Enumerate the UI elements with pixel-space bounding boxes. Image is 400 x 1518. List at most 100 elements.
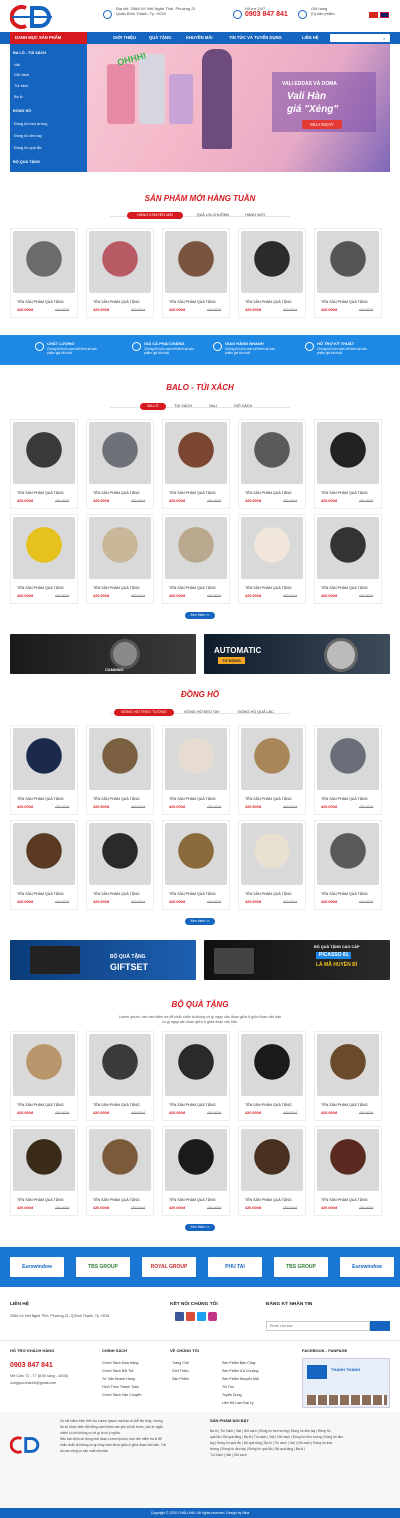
product-name[interactable]: TÊN SẢN PHẨM QUÀ TẶNG xyxy=(245,586,292,590)
footer-about-link[interactable]: Giới Thiệu xyxy=(172,1368,189,1375)
nav-about[interactable]: GIỚI THIỆU xyxy=(113,32,136,44)
product-card[interactable]: TÊN SẢN PHẨM QUÀ TẶNG 420.000đ 480.000đ xyxy=(162,820,230,910)
partner-logo[interactable]: Eurowindow xyxy=(340,1257,394,1277)
product-image[interactable] xyxy=(317,422,379,484)
product-image[interactable] xyxy=(317,231,379,293)
sidebar-item-watches[interactable]: ĐỒNG HỒ xyxy=(13,109,31,114)
partner-logo[interactable]: TBS GROUP xyxy=(76,1257,130,1277)
product-card[interactable]: TÊN SẢN PHẨM QUÀ TẶNG 420.000đ 480.000đ xyxy=(238,1031,306,1121)
product-card[interactable]: TÊN SẢN PHẨM QUÀ TẶNG 420.000đ 480.000đ xyxy=(162,1031,230,1121)
facebook-icon[interactable] xyxy=(175,1312,184,1321)
sidebar-item-basket[interactable]: Giỏ xách xyxy=(14,73,29,78)
product-name[interactable]: TÊN SẢN PHẨM QUÀ TẶNG xyxy=(93,1103,140,1107)
product-card[interactable]: TÊN SẢN PHẨM QUÀ TẶNG 420.000đ 480.000đ xyxy=(162,725,230,815)
instagram-icon[interactable] xyxy=(208,1312,217,1321)
product-name[interactable]: TÊN SẢN PHẨM QUÀ TẶNG xyxy=(17,586,64,590)
product-image[interactable] xyxy=(165,422,227,484)
product-image[interactable] xyxy=(241,422,303,484)
product-image[interactable] xyxy=(89,1034,151,1096)
product-image[interactable] xyxy=(317,823,379,885)
product-image[interactable] xyxy=(241,1034,303,1096)
banner-cta-button[interactable]: MUA NGAY xyxy=(302,120,342,129)
product-image[interactable] xyxy=(89,728,151,790)
product-name[interactable]: TÊN SẢN PHẨM QUÀ TẶNG xyxy=(93,491,140,495)
product-card[interactable]: TÊN SẢN PHẨM QUÀ TẶNG 420.000đ 480.000đ xyxy=(10,820,78,910)
product-name[interactable]: TÊN SẢN PHẨM QUÀ TẶNG xyxy=(17,892,64,896)
product-name[interactable]: TÊN SẢN PHẨM QUÀ TẶNG xyxy=(17,300,64,304)
product-card[interactable]: TÊN SẢN PHẨM QUÀ TẶNG 420.000đ 480.000đ xyxy=(162,228,230,318)
footer-about-link[interactable]: Tuyển Dụng xyxy=(222,1392,241,1399)
footer-about-link[interactable]: Sản Phẩm xyxy=(172,1376,189,1383)
hero-banner[interactable]: OHHH! VALI EDDAS VÀ DOMA Vali Hàn giá "X… xyxy=(87,44,390,172)
footer-about-link[interactable]: Trang Chủ xyxy=(172,1360,189,1367)
product-image[interactable] xyxy=(89,823,151,885)
partner-logo[interactable]: PHU TAI xyxy=(208,1257,262,1277)
tab-wrist-watch[interactable]: ĐỒNG HỒ ĐEO TAY xyxy=(176,709,228,716)
product-name[interactable]: TÊN SẢN PHẨM QUÀ TẶNG xyxy=(245,300,292,304)
sidebar-item-wrist-watch[interactable]: Đồng hồ đeo tay xyxy=(14,134,42,139)
product-name[interactable]: TÊN SẢN PHẨM QUÀ TẶNG xyxy=(93,1198,140,1202)
product-image[interactable] xyxy=(13,728,75,790)
product-card[interactable]: TÊN SẢN PHẨM QUÀ TẶNG 420.000đ 480.000đ xyxy=(86,725,154,815)
product-image[interactable] xyxy=(241,517,303,579)
footer-featured-links[interactable]: Túi Xách | Vali | Giỏ xách xyxy=(210,1452,247,1459)
product-card[interactable]: TÊN SẢN PHẨM QUÀ TẶNG 420.000đ 480.000đ xyxy=(162,514,230,604)
watch-ad-automatic[interactable]: AUTOMATIC TỰ ĐỘNG xyxy=(204,634,390,674)
product-card[interactable]: TÊN SẢN PHẨM QUÀ TẶNG 420.000đ 480.000đ xyxy=(86,419,154,509)
product-name[interactable]: TÊN SẢN PHẨM QUÀ TẶNG xyxy=(169,892,216,896)
product-card[interactable]: TÊN SẢN PHẨM QUÀ TẶNG 420.000đ 480.000đ xyxy=(314,1031,382,1121)
product-image[interactable] xyxy=(241,231,303,293)
product-card[interactable]: TÊN SẢN PHẨM QUÀ TẶNG 420.000đ 480.000đ xyxy=(10,228,78,318)
nav-contact[interactable]: LIÊN HỆ xyxy=(302,32,319,44)
product-name[interactable]: TÊN SẢN PHẨM QUÀ TẶNG xyxy=(93,300,140,304)
sidebar-item-handbag[interactable]: Túi xách xyxy=(14,84,28,89)
tab-suitcase[interactable]: VALI xyxy=(200,403,226,410)
product-image[interactable] xyxy=(165,1034,227,1096)
hotline-number[interactable]: 0903 847 841 xyxy=(245,11,288,19)
footer-support-email[interactable]: congtyco.thanhlt@gmail.com xyxy=(10,1380,56,1387)
product-card[interactable]: TÊN SẢN PHẨM QUÀ TẶNG 420.000đ 480.000đ xyxy=(314,725,382,815)
sidebar-item-giftsets[interactable]: BỘ QUÀ TẶNG xyxy=(13,160,40,165)
product-image[interactable] xyxy=(89,1129,151,1191)
product-name[interactable]: TÊN SẢN PHẨM QUÀ TẶNG xyxy=(321,892,368,896)
cart-block[interactable]: Giỏ hàng (0) sản phẩm xyxy=(311,6,335,16)
product-name[interactable]: TÊN SẢN PHẨM QUÀ TẶNG xyxy=(321,1198,368,1202)
product-image[interactable] xyxy=(165,517,227,579)
product-image[interactable] xyxy=(89,517,151,579)
tab-weekly-new[interactable]: HÀNG MỚI xyxy=(240,212,270,219)
product-card[interactable]: TÊN SẢN PHẨM QUÀ TẶNG 420.000đ 480.000đ xyxy=(238,514,306,604)
product-image[interactable] xyxy=(89,231,151,293)
product-card[interactable]: TÊN SẢN PHẨM QUÀ TẶNG 420.000đ 480.000đ xyxy=(86,514,154,604)
newsletter-email-input[interactable] xyxy=(266,1321,370,1331)
search-icon[interactable]: ⌕ xyxy=(383,36,385,41)
footer-about-link[interactable]: Sản Phẩm Ưa Chuộng xyxy=(222,1368,258,1375)
bags-more-button[interactable]: Xem thêm >> xyxy=(185,612,215,619)
fanpage-widget[interactable]: THÀNH THÀNH xyxy=(302,1358,390,1408)
product-card[interactable]: TÊN SẢN PHẨM QUÀ TẶNG 420.000đ 480.000đ xyxy=(314,514,382,604)
sidebar-item-pendulum-clock[interactable]: Đồng hồ quả lắc xyxy=(14,146,42,151)
tab-basket[interactable]: GIỎ XÁCH xyxy=(228,403,258,410)
product-name[interactable]: TÊN SẢN PHẨM QUÀ TẶNG xyxy=(321,1103,368,1107)
tab-weekly-popular[interactable]: QUÀ ƯA CHUỘNG xyxy=(185,212,241,219)
product-name[interactable]: TÊN SẢN PHẨM QUÀ TẶNG xyxy=(321,797,368,801)
product-name[interactable]: TÊN SẢN PHẨM QUÀ TẶNG xyxy=(169,300,216,304)
product-card[interactable]: TÊN SẢN PHẨM QUÀ TẶNG 420.000đ 480.000đ xyxy=(10,514,78,604)
footer-policy-link[interactable]: Hình Thức Thanh Toán xyxy=(102,1384,139,1391)
product-image[interactable] xyxy=(241,728,303,790)
tab-weekly-promo[interactable]: HÀNG KHUYẾN MÃI xyxy=(127,212,183,219)
footer-about-link[interactable]: Tin Tức xyxy=(222,1384,234,1391)
product-image[interactable] xyxy=(13,517,75,579)
partner-logo[interactable]: ROYAL GROUP xyxy=(142,1257,196,1277)
watches-more-button[interactable]: Xem thêm >> xyxy=(185,918,215,925)
product-name[interactable]: TÊN SẢN PHẨM QUÀ TẶNG xyxy=(245,797,292,801)
english-flag-icon[interactable] xyxy=(380,12,389,18)
product-name[interactable]: TÊN SẢN PHẨM QUÀ TẶNG xyxy=(245,491,292,495)
product-image[interactable] xyxy=(13,1034,75,1096)
product-image[interactable] xyxy=(89,422,151,484)
nav-promotions[interactable]: KHUYẾN MÃI xyxy=(186,32,213,44)
product-card[interactable]: TÊN SẢN PHẨM QUÀ TẶNG 420.000đ 480.000đ xyxy=(238,725,306,815)
footer-support-phone[interactable]: 0903 847 841 xyxy=(10,1362,53,1369)
sidebar-item-bags[interactable]: BA LÔ - TÚI XÁCH xyxy=(13,51,46,56)
sidebar-item-suitcase[interactable]: Vali xyxy=(14,63,20,68)
footer-policy-link[interactable]: Chính Sách Đổi Trả xyxy=(102,1368,133,1375)
